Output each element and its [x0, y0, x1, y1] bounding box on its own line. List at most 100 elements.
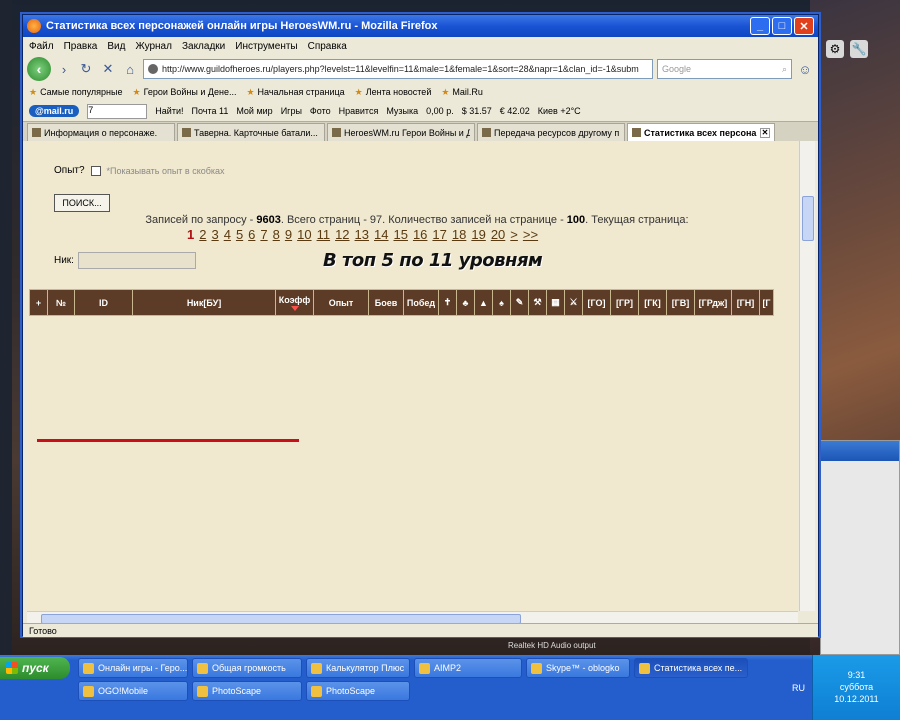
bookmark-item[interactable]: Герои Войны и Дене...: [132, 87, 237, 98]
settings-icon[interactable]: ⚙: [826, 40, 844, 58]
vertical-scrollbar[interactable]: [799, 141, 815, 611]
forward-icon[interactable]: ›: [55, 60, 73, 78]
last-page-link[interactable]: >>: [523, 227, 538, 242]
search-icon[interactable]: ⌕: [782, 64, 787, 75]
back-button[interactable]: ‹: [27, 57, 51, 81]
col-id[interactable]: ID: [74, 289, 133, 316]
home-icon[interactable]: ⌂: [121, 60, 139, 78]
menu-view[interactable]: Вид: [107, 41, 125, 52]
col-nick[interactable]: Ник[БУ]: [132, 289, 276, 316]
page-link[interactable]: 11: [317, 227, 331, 242]
menu-tools[interactable]: Инструменты: [235, 41, 297, 52]
page-link[interactable]: 2: [199, 227, 206, 242]
page-link[interactable]: 13: [355, 227, 369, 242]
col-guild-icon[interactable]: ♣: [456, 289, 475, 316]
menu-edit[interactable]: Правка: [64, 41, 98, 52]
col-exp[interactable]: Опыт: [313, 289, 369, 316]
tab-character-info[interactable]: Информация о персонаже.: [27, 123, 175, 141]
col-num[interactable]: №: [47, 289, 75, 316]
menu-file[interactable]: Файл: [29, 41, 54, 52]
tab-close-icon[interactable]: ✕: [760, 127, 770, 138]
nik-input[interactable]: [77, 252, 196, 269]
tab-tavern[interactable]: Таверна. Карточные батали...: [177, 123, 325, 141]
col-guild-icon[interactable]: ⚒: [528, 289, 547, 316]
page-link[interactable]: 14: [374, 227, 388, 242]
page-link[interactable]: 10: [297, 227, 311, 242]
close-button[interactable]: ✕: [794, 17, 814, 35]
mailru-like-link[interactable]: Нравится: [339, 106, 379, 116]
clock[interactable]: 9:31 суббота 10.12.2011: [813, 669, 900, 705]
vertical-scroll-thumb[interactable]: [802, 196, 814, 241]
col-guild-icon[interactable]: ▦: [546, 289, 565, 316]
page-link[interactable]: 16: [413, 227, 427, 242]
language-indicator[interactable]: RU: [792, 683, 805, 693]
taskbar-item[interactable]: PhotoScape: [306, 681, 410, 701]
taskbar-item[interactable]: Калькулятор Плюс: [306, 658, 410, 678]
page-link[interactable]: 17: [432, 227, 446, 242]
mailru-logo[interactable]: @mail.ru: [29, 105, 80, 117]
menu-history[interactable]: Журнал: [135, 41, 172, 52]
col-gn[interactable]: [ГН]: [731, 289, 760, 316]
addon-icon[interactable]: ☺: [796, 60, 814, 78]
mailru-myworld-link[interactable]: Мой мир: [236, 106, 272, 116]
taskbar-item[interactable]: OGO!Mobile: [78, 681, 188, 701]
col-fights[interactable]: Боев: [368, 289, 404, 316]
menu-help[interactable]: Справка: [308, 41, 347, 52]
mailru-music-link[interactable]: Музыка: [386, 106, 418, 116]
search-button[interactable]: ПОИСК...: [54, 194, 110, 212]
wrench-icon[interactable]: 🔧: [850, 40, 868, 58]
page-link[interactable]: 3: [211, 227, 218, 242]
search-input[interactable]: Google ⌕: [657, 59, 792, 79]
tab-heroeswm[interactable]: HeroesWM.ru Герои Войны и Д...: [327, 123, 475, 141]
page-link[interactable]: 15: [393, 227, 407, 242]
page-link[interactable]: 9: [285, 227, 292, 242]
start-button[interactable]: пуск: [0, 657, 70, 679]
taskbar-item[interactable]: Общая громкость: [192, 658, 302, 678]
taskbar-item-active[interactable]: Статистика всех пе...: [634, 658, 748, 678]
minimize-button[interactable]: _: [750, 17, 770, 35]
page-link[interactable]: 19: [471, 227, 485, 242]
col-guild-icon[interactable]: ▲: [474, 289, 493, 316]
col-gr[interactable]: [ГР]: [610, 289, 639, 316]
page-link[interactable]: 5: [236, 227, 243, 242]
taskbar-item[interactable]: Skype™ - oblogko: [526, 658, 630, 678]
mailru-photo-link[interactable]: Фото: [310, 106, 331, 116]
url-bar[interactable]: http://www.guildofheroes.ru/players.php?…: [143, 59, 653, 79]
bookmark-item[interactable]: Лента новостей: [355, 87, 432, 98]
taskbar-item[interactable]: Онлайн игры - Геро...: [78, 658, 188, 678]
bookmark-item[interactable]: Mail.Ru: [441, 87, 483, 98]
page-link[interactable]: 7: [260, 227, 267, 242]
mailru-games-link[interactable]: Игры: [281, 106, 302, 116]
mailru-mail-link[interactable]: Почта 11: [191, 106, 228, 116]
col-coef[interactable]: Коэфф: [275, 289, 314, 316]
next-page-link[interactable]: >: [510, 227, 518, 242]
bookmark-item[interactable]: Самые популярные: [29, 87, 122, 98]
col-guild-icon[interactable]: ✎: [510, 289, 529, 316]
tab-statistics[interactable]: Статистика всех персона... ✕: [627, 123, 775, 141]
mailru-find-button[interactable]: Найти!: [155, 106, 183, 116]
col-guild-icon[interactable]: ✝: [438, 289, 457, 316]
col-expand[interactable]: +: [29, 289, 48, 316]
mailru-search-input[interactable]: 7: [87, 103, 148, 119]
col-guild-icon[interactable]: ⚔: [564, 289, 583, 316]
col-g-cut[interactable]: [Г: [759, 289, 774, 316]
col-gv[interactable]: [ГВ]: [666, 289, 695, 316]
page-link[interactable]: 12: [335, 227, 349, 242]
maximize-button[interactable]: □: [772, 17, 792, 35]
col-guild-icon[interactable]: ♠: [492, 289, 511, 316]
exp-checkbox[interactable]: [90, 165, 101, 176]
menu-bookmarks[interactable]: Закладки: [182, 41, 225, 52]
taskbar-item[interactable]: AIMP2: [414, 658, 522, 678]
col-grdzh[interactable]: [ГРдж]: [694, 289, 732, 316]
page-link[interactable]: 8: [273, 227, 280, 242]
page-link[interactable]: 4: [224, 227, 231, 242]
page-link[interactable]: 18: [452, 227, 466, 242]
col-gk[interactable]: [ГК]: [638, 289, 667, 316]
taskbar-item[interactable]: PhotoScape: [192, 681, 302, 701]
page-link[interactable]: 20: [491, 227, 505, 242]
col-go[interactable]: [ГО]: [582, 289, 611, 316]
reload-icon[interactable]: ↻: [77, 60, 95, 78]
page-link[interactable]: 6: [248, 227, 255, 242]
bookmark-item[interactable]: Начальная страница: [246, 87, 345, 98]
col-wins[interactable]: Побед: [403, 289, 439, 316]
